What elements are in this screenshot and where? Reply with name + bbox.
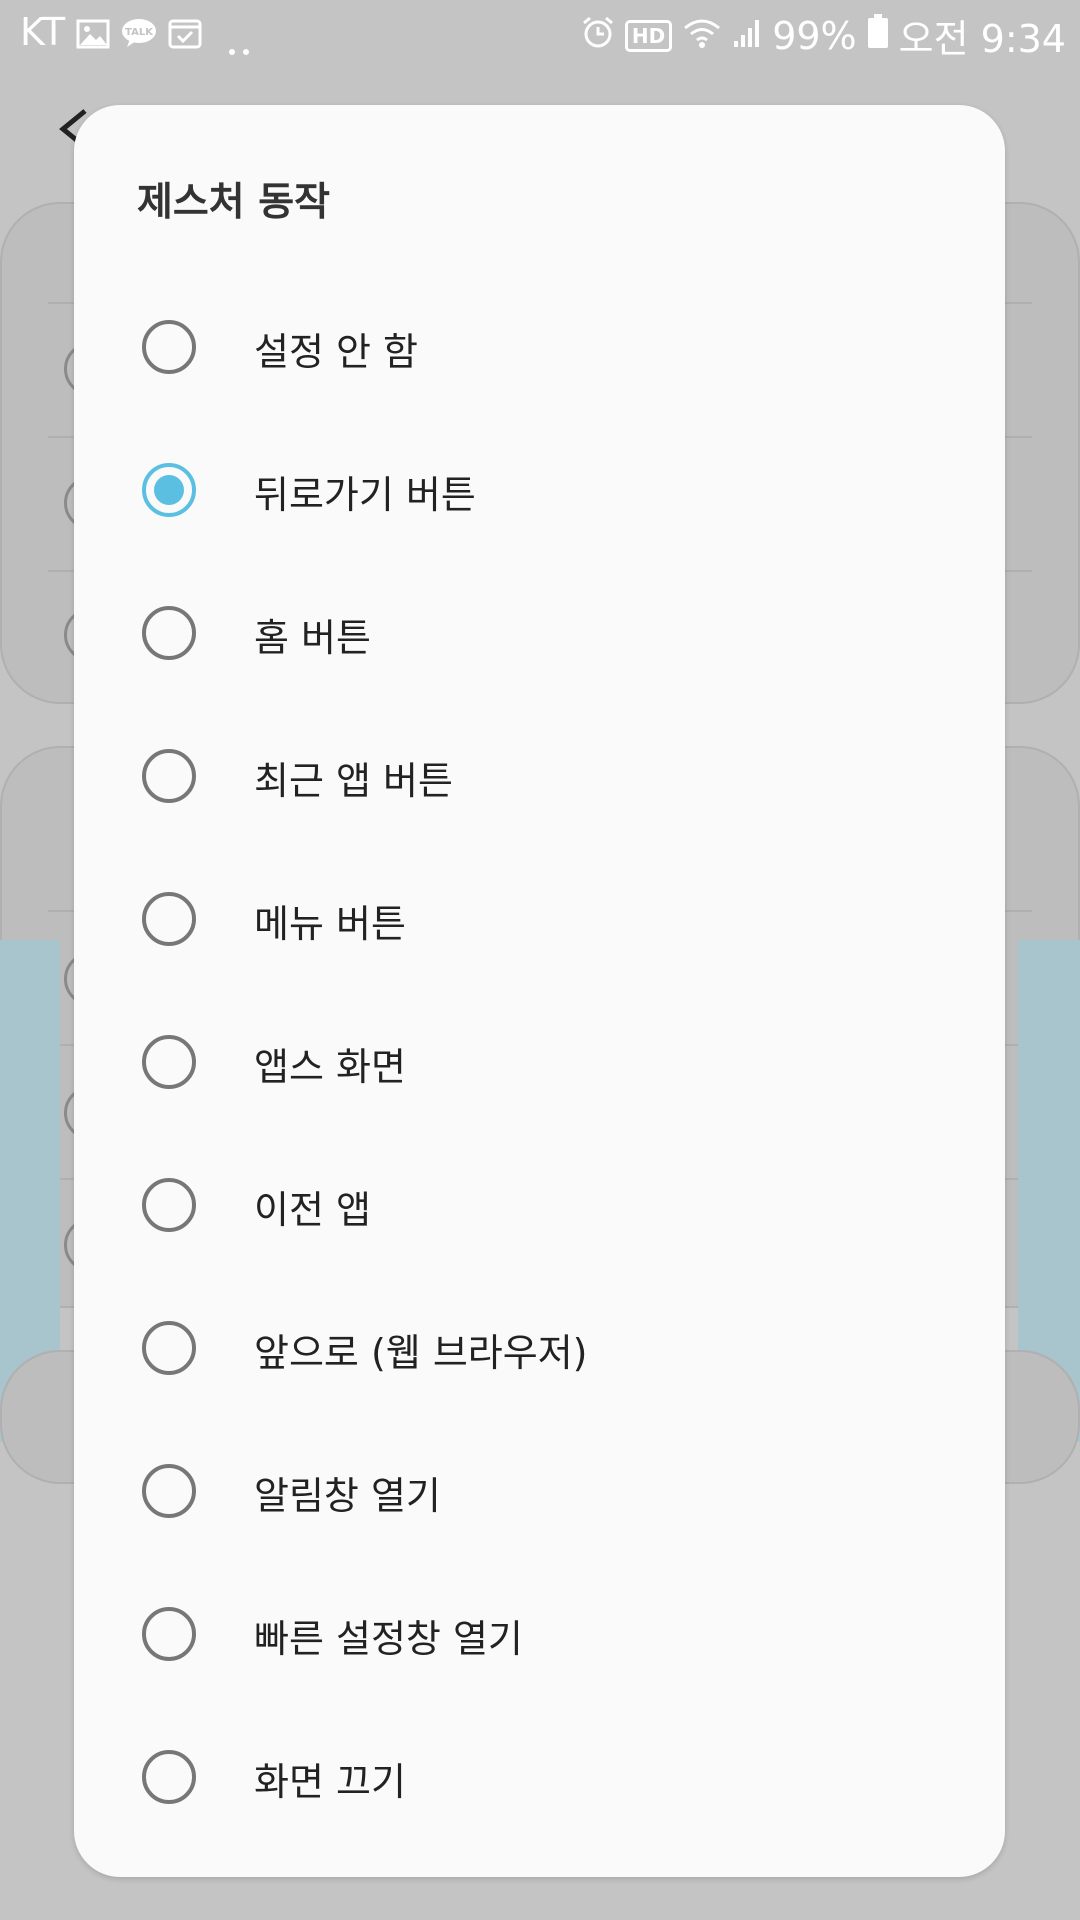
option-label: 메뉴 버튼 (254, 902, 406, 946)
option-home-button[interactable]: 홈 버튼 (74, 561, 1005, 704)
carrier-label: KT (20, 10, 66, 54)
alarm-icon (581, 14, 615, 58)
option-label: 알림창 열기 (254, 1474, 441, 1518)
option-label: 설정 안 함 (254, 330, 418, 374)
signal-icon (732, 14, 762, 58)
option-previous-app[interactable]: 이전 앱 (74, 1133, 1005, 1276)
battery-icon (867, 13, 889, 58)
option-screen-off[interactable]: 화면 끄기 (74, 1705, 1005, 1848)
option-label: 빠른 설정창 열기 (254, 1617, 523, 1661)
radio-button[interactable] (142, 892, 196, 946)
radio-button[interactable] (142, 1178, 196, 1232)
option-open-notifications[interactable]: 알림창 열기 (74, 1419, 1005, 1562)
option-open-quick-settings[interactable]: 빠른 설정창 열기 (74, 1562, 1005, 1705)
option-apps-screen[interactable]: 앱스 화면 (74, 990, 1005, 1133)
dialog-title: 제스처 동작 (137, 180, 330, 225)
option-forward-browser[interactable]: 앞으로 (웹 브라우저) (74, 1276, 1005, 1419)
option-label: 화면 끄기 (254, 1760, 406, 1804)
radio-button[interactable] (142, 1321, 196, 1375)
option-label: 이전 앱 (254, 1188, 371, 1232)
clock: 오전 9:34 (898, 17, 1066, 61)
radio-button-selected[interactable] (142, 463, 196, 517)
status-bar: KT TALK HD 99% 오전 9:34 (0, 0, 1080, 64)
more-dots-icon (228, 22, 252, 66)
option-label: 뒤로가기 버튼 (254, 473, 476, 517)
kakaotalk-icon: TALK (120, 14, 158, 58)
option-none[interactable]: 설정 안 함 (74, 275, 1005, 418)
option-label: 앱스 화면 (254, 1045, 406, 1089)
radio-button[interactable] (142, 1464, 196, 1518)
radio-button[interactable] (142, 1035, 196, 1089)
option-label: 최근 앱 버튼 (254, 759, 453, 803)
option-label: 홈 버튼 (254, 616, 371, 660)
radio-button[interactable] (142, 320, 196, 374)
battery-level: 99% (772, 13, 857, 58)
radio-button[interactable] (142, 749, 196, 803)
svg-text:TALK: TALK (125, 27, 154, 38)
gesture-action-dialog: 제스처 동작 설정 안 함 뒤로가기 버튼 홈 버튼 최근 앱 버튼 메뉴 버튼… (74, 105, 1005, 1877)
hd-icon: HD (624, 19, 673, 52)
calendar-check-icon (168, 14, 202, 58)
radio-button[interactable] (142, 606, 196, 660)
option-recent-apps-button[interactable]: 최근 앱 버튼 (74, 704, 1005, 847)
option-menu-button[interactable]: 메뉴 버튼 (74, 847, 1005, 990)
option-label: 앞으로 (웹 브라우저) (254, 1331, 588, 1375)
wifi-icon (682, 14, 722, 58)
radio-button[interactable] (142, 1750, 196, 1804)
radio-button[interactable] (142, 1607, 196, 1661)
image-icon (76, 14, 110, 58)
option-back-button[interactable]: 뒤로가기 버튼 (74, 418, 1005, 561)
